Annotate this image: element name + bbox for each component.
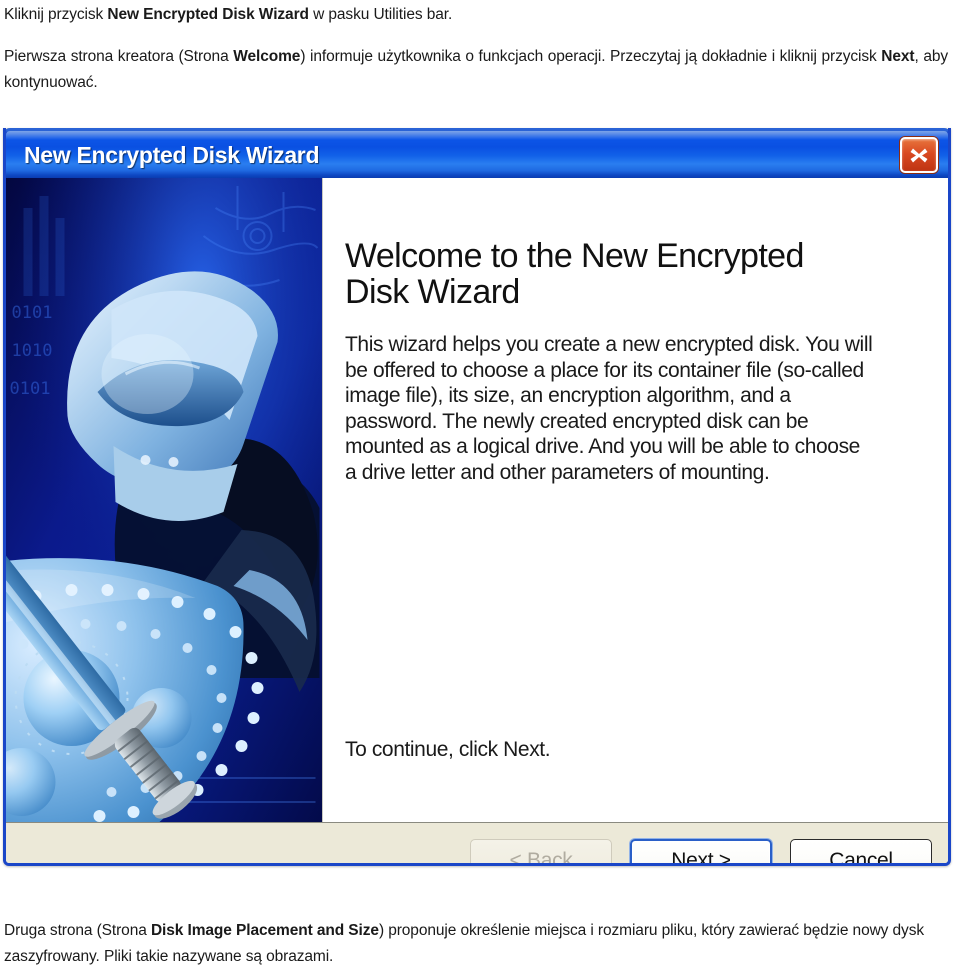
svg-text:0101: 0101: [12, 303, 53, 323]
dialog-footer: < Back Next > Cancel: [6, 822, 948, 863]
back-button[interactable]: < Back: [470, 839, 612, 863]
new-encrypted-disk-wizard-dialog: New Encrypted Disk Wizard 0101 1010 0101…: [3, 128, 951, 866]
page-root: Kliknij przycisk New Encrypted Disk Wiza…: [0, 0, 960, 971]
outro-bold: Disk Image Placement and Size: [150, 922, 379, 939]
close-icon[interactable]: [900, 137, 938, 173]
svg-text:1010: 1010: [12, 341, 53, 361]
dialog-titlebar[interactable]: New Encrypted Disk Wizard: [6, 128, 948, 178]
intro-p1-prefix: Kliknij przycisk: [4, 6, 108, 23]
dialog-body: 0101 1010 0101 Welcome to the New Encryp…: [6, 178, 948, 822]
svg-text:0101: 0101: [10, 379, 51, 399]
cancel-button[interactable]: Cancel: [790, 839, 932, 863]
outro-part1: Druga strona (Strona: [4, 922, 151, 939]
outro-paragraph: Druga strona (Strona Disk Image Placemen…: [4, 918, 954, 970]
next-button[interactable]: Next >: [630, 839, 772, 863]
intro-p2-bold-welcome: Welcome: [233, 48, 301, 65]
intro-p1-suffix: w pasku Utilities bar.: [308, 6, 453, 23]
wizard-heading: Welcome to the New Encrypted Disk Wizard: [345, 237, 804, 311]
wizard-content: Welcome to the New Encrypted Disk Wizard…: [323, 178, 948, 822]
intro-p2-part2: ) informuje użytkownika o funkcjach oper…: [300, 48, 882, 65]
intro-p2-part1: Pierwsza strona kreatora (Strona: [4, 48, 234, 65]
dialog-title: New Encrypted Disk Wizard: [24, 142, 320, 168]
wizard-artwork: 0101 1010 0101: [6, 178, 323, 822]
intro-paragraph-1: Kliknij przycisk New Encrypted Disk Wiza…: [4, 2, 944, 28]
intro-p1-bold: New Encrypted Disk Wizard: [107, 6, 309, 23]
wizard-continue-hint: To continue, click Next.: [345, 738, 551, 761]
intro-paragraph-2: Pierwsza strona kreatora (Strona Welcome…: [4, 44, 948, 96]
intro-p2-bold-next: Next: [881, 48, 915, 65]
button-row: < Back Next > Cancel: [470, 839, 932, 863]
wizard-description: This wizard helps you create a new encry…: [345, 333, 873, 484]
